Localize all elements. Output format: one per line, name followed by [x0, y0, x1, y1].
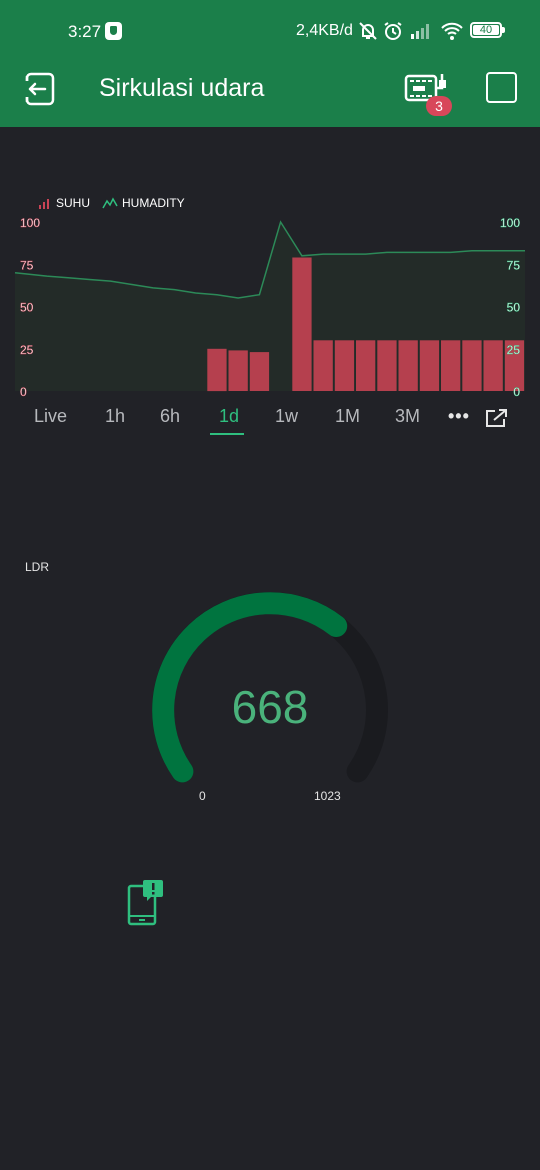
network-speed: 2,4KB/d: [296, 22, 353, 39]
time-range-tabs: Live 1h 6h 1d 1w 1M 3M •••: [0, 406, 540, 436]
tab-1h[interactable]: 1h: [105, 406, 125, 427]
y-tick-right: 75: [507, 258, 521, 272]
y-tick-left: 100: [20, 216, 40, 230]
y-tick-left: 75: [20, 258, 34, 272]
suhu-bar: [377, 340, 397, 391]
legend-suhu-label: SUHU: [56, 196, 91, 210]
page-title: Sirkulasi udara: [99, 74, 265, 102]
legend-humidity-label: HUMADITY: [122, 196, 185, 210]
suhu-bar: [292, 257, 312, 391]
y-tick-right: 25: [507, 343, 521, 357]
battery-icon: 40: [470, 22, 505, 38]
device-badge: 3: [426, 96, 452, 116]
chart-widget: SUHU HUMADITY 0 0 25 25 50 50 75 75 100 100 Live …: [0, 190, 540, 440]
suhu-bar: [483, 340, 503, 391]
gauge-min: 0: [199, 789, 206, 803]
legend-suhu: SUHU: [38, 196, 90, 210]
square-icon[interactable]: [486, 72, 517, 103]
shield-icon: [105, 22, 122, 40]
app-bar: Sirkulasi udara 3: [0, 50, 540, 127]
suhu-bar: [249, 352, 270, 391]
tab-1m[interactable]: 1M: [335, 406, 360, 427]
y-tick-right: 50: [507, 301, 521, 315]
y-tick-left: 0: [20, 385, 27, 399]
suhu-bar: [228, 350, 248, 391]
bar-chart-icon: [39, 199, 49, 209]
suhu-bar: [356, 340, 376, 391]
y-tick-right: 0: [513, 385, 520, 399]
tab-3m[interactable]: 3M: [395, 406, 420, 427]
wifi-icon: [441, 22, 463, 40]
line-chart-icon: [102, 197, 118, 209]
status-time: 3:27: [68, 22, 102, 41]
status-bar: 3:27 2,4KB/d 40: [0, 0, 540, 50]
tab-live[interactable]: Live: [34, 406, 67, 427]
suhu-bar: [207, 348, 227, 392]
export-icon[interactable]: [485, 408, 509, 428]
active-tab-indicator: [210, 433, 244, 435]
battery-level: 40: [473, 25, 499, 36]
suhu-bar: [334, 340, 355, 391]
suhu-bar: [419, 340, 440, 391]
y-tick-left: 25: [20, 343, 34, 357]
tab-6h[interactable]: 6h: [160, 406, 180, 427]
gauge-label: LDR: [25, 560, 50, 574]
suhu-bar: [462, 340, 482, 391]
gauge-widget: LDR 668 0 1023: [0, 555, 540, 815]
exit-icon[interactable]: [20, 72, 56, 106]
tab-1w[interactable]: 1w: [275, 406, 298, 427]
y-tick-right: 100: [500, 216, 520, 230]
y-tick-left: 50: [20, 301, 34, 315]
suhu-bar: [313, 340, 333, 391]
chart-plot: 0 0 25 25 50 50 75 75 100 100: [14, 216, 525, 399]
gauge-max: 1023: [314, 789, 341, 803]
signal-icon: [411, 24, 429, 39]
more-button[interactable]: •••: [448, 406, 470, 427]
legend-humidity: HUMADITY: [102, 196, 185, 210]
suhu-bar: [398, 340, 418, 391]
tab-1d[interactable]: 1d: [219, 406, 239, 427]
chart-legend: SUHU HUMADITY: [38, 196, 185, 210]
alarm-icon: [384, 22, 402, 40]
gauge-value: 668: [231, 681, 309, 733]
mute-bell-icon: [359, 22, 377, 40]
suhu-bar: [441, 340, 461, 391]
phone-notification-icon[interactable]: [125, 880, 169, 928]
